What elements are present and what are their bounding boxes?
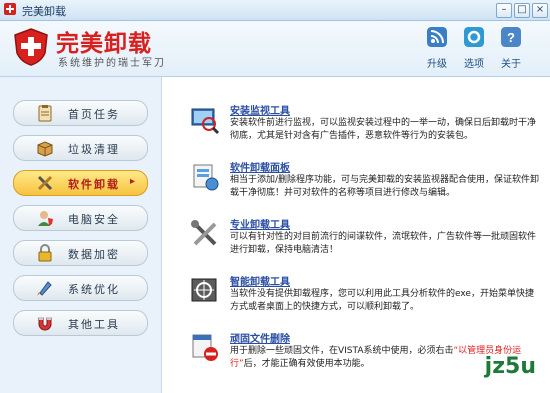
upgrade-button[interactable]: 升级 [420, 27, 454, 70]
list-item: 专业卸载工具 可以有针对性的对目前流行的间谍软件，流氓软件，广告软件等一批顽固软… [190, 216, 540, 272]
app-logo-subtitle: 系统维护的瑞士军刀 [58, 58, 166, 69]
sidebar-item-system-optimize[interactable]: 系统优化 [13, 275, 148, 301]
active-arrow-icon: ▸ [129, 176, 135, 187]
watermark-logo: jz5u [484, 354, 536, 379]
help-icon: ? [501, 27, 521, 47]
delete-file-icon [192, 334, 218, 361]
target-icon [191, 278, 217, 302]
app-icon [4, 3, 16, 15]
list-item: 智能卸载工具 当软件没有提供卸载程序，您可以利用此工具分析软件的exe，开始菜单… [190, 273, 540, 329]
item-description: 相当于添加/删除程序功能，可与完美卸载的安装监视器配合使用，保证软件卸载干净彻底… [230, 175, 540, 198]
about-button[interactable]: ? 关于 [494, 27, 528, 70]
shield-logo-icon [14, 28, 48, 66]
close-button[interactable]: × [532, 3, 548, 18]
sidebar-item-label: 电脑安全 [68, 213, 120, 226]
upgrade-label: 升级 [427, 59, 447, 70]
sidebar-item-home-tasks[interactable]: 首页任务 [13, 100, 148, 126]
professional-uninstall-link[interactable]: 专业卸载工具 [230, 216, 290, 231]
magnet-icon [38, 317, 52, 331]
app-header: 完美卸载 系统维护的瑞士军刀 升级 选项 ? 关于 [0, 21, 550, 77]
install-monitor-link[interactable]: 安装监视工具 [230, 102, 290, 117]
rocket-icon [37, 281, 52, 296]
window-title: 完美卸载 [22, 5, 66, 18]
svg-text:?: ? [507, 30, 515, 45]
list-item: 软件卸载面板 相当于添加/删除程序功能，可与完美卸载的安装监视器配合使用，保证软… [190, 159, 540, 215]
sidebar: 首页任务 垃圾清理 软件卸载 ▸ 电脑安全 数据加密 系统优化 其他工具 [0, 77, 162, 393]
smart-uninstall-link[interactable]: 智能卸载工具 [230, 273, 290, 288]
uninstall-panel-icon [193, 164, 219, 191]
list-item: 安装监视工具 安装软件前进行监视，可以监视安装过程中的一举一动，确保日后卸载时干… [190, 102, 540, 158]
monitor-magnifier-icon [191, 108, 220, 135]
sidebar-item-software-uninstall[interactable]: 软件卸载 ▸ [13, 170, 148, 196]
app-window: 完美卸载 – □ × 完美卸载 系统维护的瑞士军刀 升级 选项 ? 关于 首页任… [0, 0, 550, 393]
sidebar-item-label: 首页任务 [68, 108, 120, 121]
sidebar-item-label: 系统优化 [68, 283, 120, 296]
desc-text: 用于删除一些顽固文件，在VISTA系统中使用，必须右击 [230, 346, 454, 356]
box-icon [37, 141, 53, 157]
clipboard-icon [38, 105, 52, 122]
title-bar: 完美卸载 – □ × [0, 0, 550, 21]
sidebar-item-label: 数据加密 [68, 248, 120, 261]
sidebar-item-junk-clean[interactable]: 垃圾清理 [13, 135, 148, 161]
options-label: 选项 [464, 59, 484, 70]
item-description: 安装软件前进行监视，可以监视安装过程中的一举一动，确保日后卸载时干净彻底，尤其是… [230, 118, 537, 141]
settings-icon [464, 27, 484, 47]
wrench-screwdriver-icon [191, 220, 217, 246]
app-logo-title: 完美卸载 [56, 31, 152, 57]
desc-text: 后，才能正确有效使用本功能。 [243, 359, 370, 369]
rss-icon [427, 27, 447, 47]
sidebar-item-label: 垃圾清理 [68, 143, 120, 156]
tools-icon [37, 175, 53, 191]
main-content: 安装监视工具 安装软件前进行监视，可以监视安装过程中的一举一动，确保日后卸载时干… [162, 77, 550, 393]
about-label: 关于 [501, 59, 521, 70]
maximize-button[interactable]: □ [514, 3, 530, 18]
minimize-button[interactable]: – [496, 3, 512, 18]
item-description: 可以有针对性的对目前流行的间谍软件，流氓软件，广告软件等一批顽固软件进行卸载，保… [230, 232, 537, 255]
sidebar-item-label: 其他工具 [68, 318, 120, 331]
lock-icon [38, 244, 52, 262]
sidebar-item-pc-security[interactable]: 电脑安全 [13, 205, 148, 231]
options-button[interactable]: 选项 [457, 27, 491, 70]
user-shield-icon [38, 211, 53, 226]
sidebar-item-data-encrypt[interactable]: 数据加密 [13, 240, 148, 266]
uninstall-panel-link[interactable]: 软件卸载面板 [230, 159, 290, 174]
sidebar-item-other-tools[interactable]: 其他工具 [13, 310, 148, 336]
sidebar-item-label: 软件卸载 [68, 178, 120, 191]
force-delete-link[interactable]: 顽固文件删除 [230, 330, 290, 345]
item-description: 当软件没有提供卸载程序，您可以利用此工具分析软件的exe，开始菜单快捷方式或者桌… [230, 289, 534, 312]
